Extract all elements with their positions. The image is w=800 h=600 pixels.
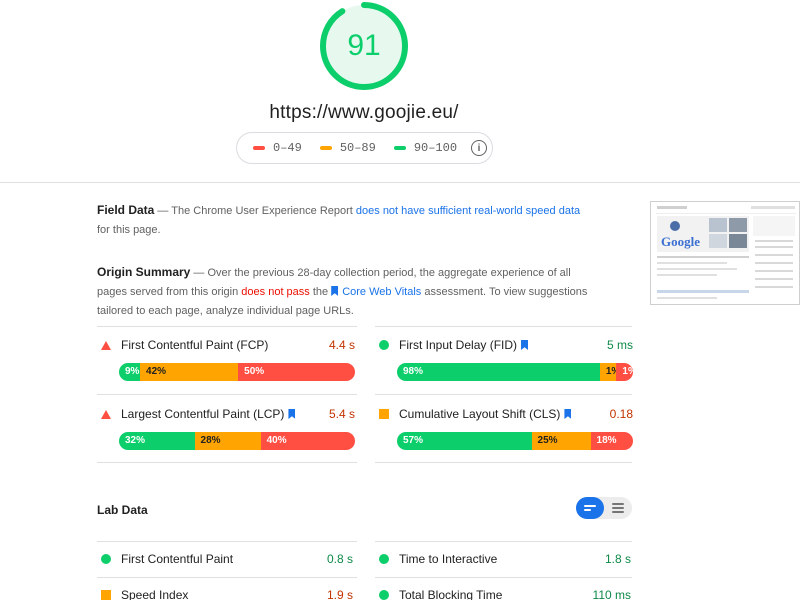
lab-metric-speed-index: Speed Index 1.9 s <box>97 577 353 600</box>
legend-range-poor: 0–49 <box>273 141 302 155</box>
distribution-bar: 98% 1% 1% <box>397 363 633 381</box>
metrics-divider-right <box>375 326 632 327</box>
average-square-icon <box>379 409 389 419</box>
metric-row-divider <box>97 394 357 395</box>
field-data-title: Field Data <box>97 203 155 217</box>
metric-label: Cumulative Layout Shift (CLS) <box>399 407 561 421</box>
legend-swatch-poor <box>253 146 265 150</box>
info-icon[interactable]: i <box>471 140 488 156</box>
field-data-text-2: for this page. <box>97 224 161 236</box>
bar-average: 28% <box>194 432 261 450</box>
core-web-vitals-link[interactable]: Core Web Vitals <box>342 286 421 298</box>
bar-slow: 18% <box>590 432 633 450</box>
pass-circle-icon <box>379 590 389 600</box>
metric-fcp: First Contentful Paint (FCP) 4.4 s 9% 42… <box>97 335 355 381</box>
metric-lcp: Largest Contentful Paint (LCP) 5.4 s 32%… <box>97 404 355 450</box>
legend-item-poor: 0–49 <box>253 141 302 155</box>
pass-circle-icon <box>379 554 389 564</box>
view-toggle[interactable] <box>576 497 632 519</box>
lab-metric-fcp: First Contentful Paint 0.8 s <box>97 541 353 577</box>
metric-label: First Input Delay (FID) <box>399 338 518 352</box>
score-gauge: 91 <box>319 1 409 91</box>
field-data-section: Field Data — The Chrome User Experience … <box>97 201 595 240</box>
fail-triangle-icon <box>101 340 111 350</box>
metric-label: First Contentful Paint (FCP) <box>121 338 269 352</box>
bar-fast: 57% <box>397 432 532 450</box>
metric-value: 5 ms <box>606 338 633 352</box>
page-screenshot-image: Google <box>651 202 799 304</box>
bookmark-icon <box>564 409 572 419</box>
bar-slow: 50% <box>238 363 355 381</box>
legend-range-good: 90–100 <box>413 141 458 155</box>
pass-circle-icon <box>379 340 389 350</box>
lab-metric-label: Time to Interactive <box>399 552 498 566</box>
distribution-bar: 32% 28% 40% <box>119 432 355 450</box>
crux-link[interactable]: does not have sufficient real-world spee… <box>356 205 580 217</box>
page-screenshot-thumbnail: Google <box>650 201 800 305</box>
legend-item-good: 90–100 <box>393 141 458 155</box>
score-value: 91 <box>347 29 381 62</box>
metric-value: 5.4 s <box>328 407 355 421</box>
lab-metric-tti: Time to Interactive 1.8 s <box>375 541 631 577</box>
bar-fast: 9% <box>119 363 141 381</box>
metric-row-divider <box>375 394 632 395</box>
origin-summary-fail: does not pass <box>241 286 310 298</box>
pass-circle-icon <box>101 554 111 564</box>
header-divider <box>0 182 800 183</box>
bar-fast: 32% <box>119 432 195 450</box>
lab-data-title: Lab Data <box>97 503 148 517</box>
legend-swatch-good <box>393 146 406 150</box>
bar-average: 25% <box>531 432 591 450</box>
metric-row-divider <box>375 462 632 463</box>
metric-cls: Cumulative Layout Shift (CLS) 0.18 57% 2… <box>375 404 633 450</box>
origin-summary-text-2: the <box>309 286 332 298</box>
lab-metric-value: 0.8 s <box>326 552 353 566</box>
legend-range-average: 50–89 <box>339 141 376 155</box>
fail-triangle-icon <box>101 409 111 419</box>
lab-metric-label: Total Blocking Time <box>399 588 503 600</box>
origin-summary-section: Origin Summary — Over the previous 28-da… <box>97 263 595 321</box>
compact-view-button[interactable] <box>576 497 604 519</box>
metric-label: Largest Contentful Paint (LCP) <box>121 407 285 421</box>
bar-fast: 98% <box>397 363 600 381</box>
page-url: https://www.goojie.eu/ <box>269 102 459 123</box>
bookmark-icon <box>521 340 529 350</box>
score-legend: 0–49 50–89 90–100 i <box>236 132 493 164</box>
bookmark-icon <box>288 409 296 419</box>
expanded-view-button[interactable] <box>604 497 632 519</box>
lab-metric-value: 1.8 s <box>604 552 631 566</box>
lab-metric-label: First Contentful Paint <box>121 552 234 566</box>
lab-metric-value: 1.9 s <box>326 588 353 600</box>
distribution-bar: 9% 42% 50% <box>119 363 355 381</box>
bar-average: 42% <box>140 363 239 381</box>
lab-metric-tbt: Total Blocking Time 110 ms <box>375 577 631 600</box>
metric-value: 4.4 s <box>328 338 355 352</box>
bookmark-icon <box>331 286 339 296</box>
legend-swatch-average <box>319 146 332 150</box>
legend-item-average: 50–89 <box>319 141 376 155</box>
bar-average: 1% <box>599 363 617 381</box>
svg-text:Google: Google <box>661 234 700 249</box>
lab-metric-label: Speed Index <box>121 588 189 600</box>
origin-summary-title: Origin Summary <box>97 265 191 279</box>
metric-row-divider <box>97 462 357 463</box>
field-data-text-1: — The Chrome User Experience Report <box>154 205 356 217</box>
distribution-bar: 57% 25% 18% <box>397 432 633 450</box>
metric-value: 0.18 <box>609 407 633 421</box>
average-square-icon <box>101 590 111 600</box>
bar-slow: 40% <box>260 432 355 450</box>
metrics-divider-left <box>97 326 357 327</box>
metric-fid: First Input Delay (FID) 5 ms 98% 1% 1% <box>375 335 633 381</box>
bar-slow: 1% <box>616 363 633 381</box>
lab-metric-value: 110 ms <box>592 588 631 600</box>
